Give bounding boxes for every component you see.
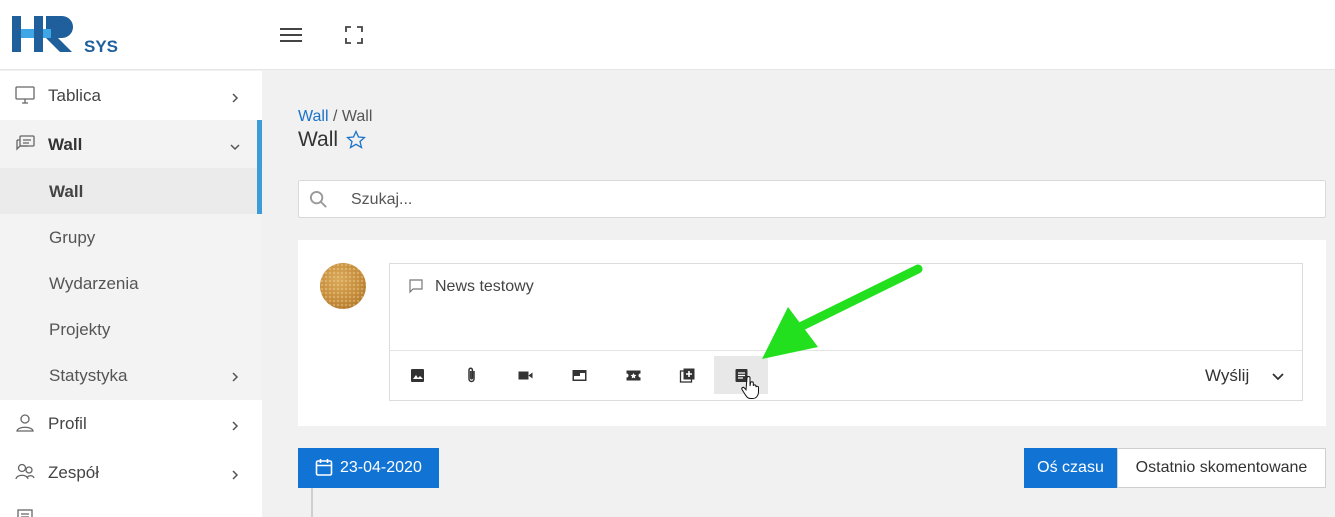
submenu-active-bg bbox=[0, 168, 262, 214]
composer[interactable]: News testowy Wyślij bbox=[389, 263, 1303, 401]
logo-sub-text: SYS bbox=[84, 37, 118, 56]
submenu-item-projekty[interactable]: Projekty bbox=[49, 320, 110, 340]
menu-toggle-icon[interactable] bbox=[280, 25, 302, 45]
composer-text[interactable]: News testowy bbox=[435, 278, 534, 296]
document-icon bbox=[17, 509, 33, 517]
breadcrumb: Wall / Wall bbox=[298, 108, 372, 126]
ticket-icon bbox=[626, 370, 640, 380]
user-icon bbox=[16, 414, 34, 432]
sidebar-item-tablica[interactable]: Tablica bbox=[0, 71, 262, 120]
chevron-right-icon bbox=[232, 372, 239, 382]
image-icon bbox=[410, 368, 424, 382]
search-bar bbox=[298, 180, 1326, 218]
add-video-button[interactable] bbox=[498, 356, 552, 394]
add-attachment-button[interactable] bbox=[444, 356, 498, 394]
submenu-item-wall[interactable]: Wall bbox=[49, 182, 83, 202]
chevron-right-icon bbox=[232, 470, 239, 480]
monitor-icon bbox=[15, 86, 35, 104]
add-gallery-button[interactable] bbox=[660, 356, 714, 394]
sidebar-item-label: Zespół bbox=[48, 463, 100, 482]
attachment-icon bbox=[467, 367, 475, 382]
sidebar-item-label: Tablica bbox=[48, 86, 101, 105]
avatar[interactable] bbox=[320, 263, 366, 309]
wall-submenu: Wall Grupy Wydarzenia Projekty Statystyk… bbox=[0, 168, 262, 400]
team-icon bbox=[15, 463, 35, 480]
tab-recently-commented[interactable]: Ostatnio skomentowane bbox=[1117, 448, 1326, 488]
search-input[interactable] bbox=[351, 189, 1301, 211]
chevron-down-icon bbox=[230, 144, 240, 151]
submenu-item-wydarzenia[interactable]: Wydarzenia bbox=[49, 274, 139, 294]
tab-timeline[interactable]: Oś czasu bbox=[1024, 448, 1117, 488]
page-title: Wall bbox=[298, 128, 339, 151]
sidebar-item-wall[interactable]: Wall bbox=[0, 120, 262, 168]
send-button[interactable]: Wyślij bbox=[1205, 366, 1249, 386]
fullscreen-icon[interactable] bbox=[344, 25, 364, 45]
chevron-down-icon[interactable] bbox=[1271, 370, 1285, 384]
hrsys-logo[interactable]: SYS bbox=[12, 14, 122, 56]
sidebar-item-zespol[interactable]: Zespół bbox=[0, 448, 262, 497]
composer-toolbar: Wyślij bbox=[390, 350, 1302, 400]
card-icon bbox=[572, 369, 586, 381]
top-bar: SYS bbox=[0, 0, 1335, 70]
comment-icon bbox=[409, 279, 423, 294]
calendar-icon bbox=[315, 459, 333, 476]
video-icon bbox=[518, 371, 532, 379]
add-card-button[interactable] bbox=[552, 356, 606, 394]
post-composer-card: News testowy Wyślij bbox=[298, 240, 1326, 426]
chevron-right-icon bbox=[232, 93, 239, 103]
star-icon[interactable] bbox=[346, 130, 366, 150]
add-box-icon bbox=[679, 368, 694, 383]
add-image-button[interactable] bbox=[390, 356, 444, 394]
add-article-button[interactable] bbox=[714, 356, 768, 394]
breadcrumb-link[interactable]: Wall bbox=[298, 108, 329, 125]
chat-icon bbox=[16, 135, 35, 151]
timeline-date-badge: 23-04-2020 bbox=[298, 448, 439, 488]
breadcrumb-separator: / bbox=[332, 108, 338, 125]
timeline-line bbox=[311, 488, 313, 517]
search-icon bbox=[309, 190, 327, 208]
breadcrumb-current: Wall bbox=[341, 108, 373, 125]
sidebar-item-profil[interactable]: Profil bbox=[0, 400, 262, 448]
submenu-item-statystyka[interactable]: Statystyka bbox=[49, 366, 127, 386]
sidebar: Tablica Wall Wall Grupy Wydarzenia Proje… bbox=[0, 71, 262, 517]
chevron-right-icon bbox=[232, 421, 239, 431]
active-indicator bbox=[257, 120, 262, 214]
add-event-button[interactable] bbox=[606, 356, 660, 394]
submenu-item-grupy[interactable]: Grupy bbox=[49, 228, 95, 248]
article-icon bbox=[735, 368, 747, 382]
sidebar-item-label: Profil bbox=[48, 414, 87, 433]
timeline-date: 23-04-2020 bbox=[340, 459, 422, 476]
sidebar-item-label: Wall bbox=[48, 135, 83, 154]
